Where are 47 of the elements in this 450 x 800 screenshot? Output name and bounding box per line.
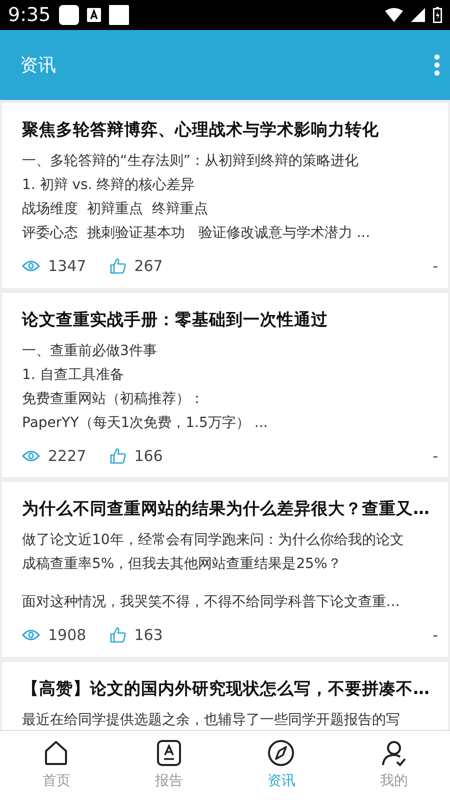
user-icon — [380, 739, 408, 767]
view-count: 2227 — [48, 446, 86, 466]
summary-line: 面对这种情况，我哭笑不得，不得不给同学科普下论文查重… — [22, 593, 401, 612]
like-count: 166 — [134, 446, 163, 466]
battery-icon — [433, 7, 442, 23]
summary-line: 评委心态 挑刺验证基本功 验证修改诚意与学术潜力 ... — [22, 224, 372, 243]
page-title: 资讯 — [20, 54, 57, 78]
clock: 9:35 — [8, 2, 51, 28]
article-title: 论文查重实战手册：零基础到一次性通过 — [22, 308, 329, 330]
like-count: 163 — [134, 625, 163, 646]
thumbs-up-icon — [110, 448, 126, 464]
summary-line: 成稿查重率5%，但我去其他网站查重结果是25%？ — [22, 555, 342, 574]
thumbs-up-icon — [110, 627, 126, 644]
article-card[interactable]: 【高赞】论文的国内外研究现状怎么写，不要拼凑不… 最近在给同学提供选题之余，也辅导了一些同学开题报告的写 — [2, 662, 448, 730]
summary-line: 1. 自查工具准备 — [22, 366, 125, 384]
summary-line: 免费查重网站（初稿推荐）： — [22, 390, 205, 408]
compass-icon — [267, 739, 296, 767]
view-count: 1908 — [48, 625, 86, 646]
wifi-icon — [385, 8, 403, 22]
notification-icon — [58, 5, 79, 25]
document-icon — [154, 739, 183, 767]
article-card[interactable]: 论文查重实战手册：零基础到一次性通过 一、查重前必做3件事 1. 自查工具准备 免费查重网站（初稿推荐）： PaperYY（每天1次免费，1.5万字） ... 2227 166 - — [2, 292, 448, 477]
view-count: 1347 — [48, 256, 86, 277]
article-title: 为什么不同查重网站的结果为什么差异很大？查重又… — [22, 498, 430, 520]
thumbs-up-icon — [110, 258, 126, 274]
summary-line: 做了论文近10年，经常会有同学跑来问：为什么你给我的论文 — [22, 531, 405, 550]
summary-line: 一、多轮答辩的“生存法则”：从初辩到终辩的策略进化 — [22, 152, 360, 171]
article-title: 【高赞】论文的国内外研究现状怎么写，不要拼凑不… — [22, 678, 430, 700]
article-date: - — [432, 256, 438, 277]
more-menu-icon[interactable] — [434, 54, 440, 76]
summary-line: 战场维度 初辩重点 终辩重点 — [22, 200, 209, 219]
article-date: - — [432, 625, 438, 646]
article-card[interactable]: 聚焦多轮答辩博弈、心理战术与学术影响力转化 一、多轮答辩的“生存法则”：从初辩到终辩的策略进化 1. 初辩 vs. 终辩的核心差异 战场维度 初辩重点 终辩重点 评委心态 挑刺验证基本功 验证修改诚意与学术潜力 ... 1347 267 - — [2, 103, 448, 288]
eye-icon — [22, 448, 40, 463]
notification-icon — [108, 5, 129, 25]
article-title: 聚焦多轮答辩博弈、心理战术与学术影响力转化 — [22, 119, 380, 141]
signal-icon — [411, 8, 425, 22]
summary-line: 1. 初辩 vs. 终辩的核心差异 — [22, 176, 196, 195]
article-card[interactable]: 为什么不同查重网站的结果为什么差异很大？查重又… 做了论文近10年，经常会有同学跑来问：为什么你给我的论文 成稿查重率5%，但我去其他网站查重结果是25%？ 面对这种情况，我哭笑不得，不得不给同学科普下论文查重… 1908 163 - — [2, 482, 448, 656]
summary-line: 一、查重前必做3件事 — [22, 342, 158, 360]
summary-line: PaperYY（每天1次免费，1.5万字） ... — [22, 414, 269, 432]
summary-line: 最近在给同学提供选题之余，也辅导了一些同学开题报告的写 — [22, 710, 401, 730]
app-icon — [86, 8, 101, 22]
like-count: 267 — [134, 256, 163, 277]
article-date: - — [432, 446, 438, 466]
eye-icon — [22, 628, 40, 642]
eye-icon — [22, 259, 40, 274]
